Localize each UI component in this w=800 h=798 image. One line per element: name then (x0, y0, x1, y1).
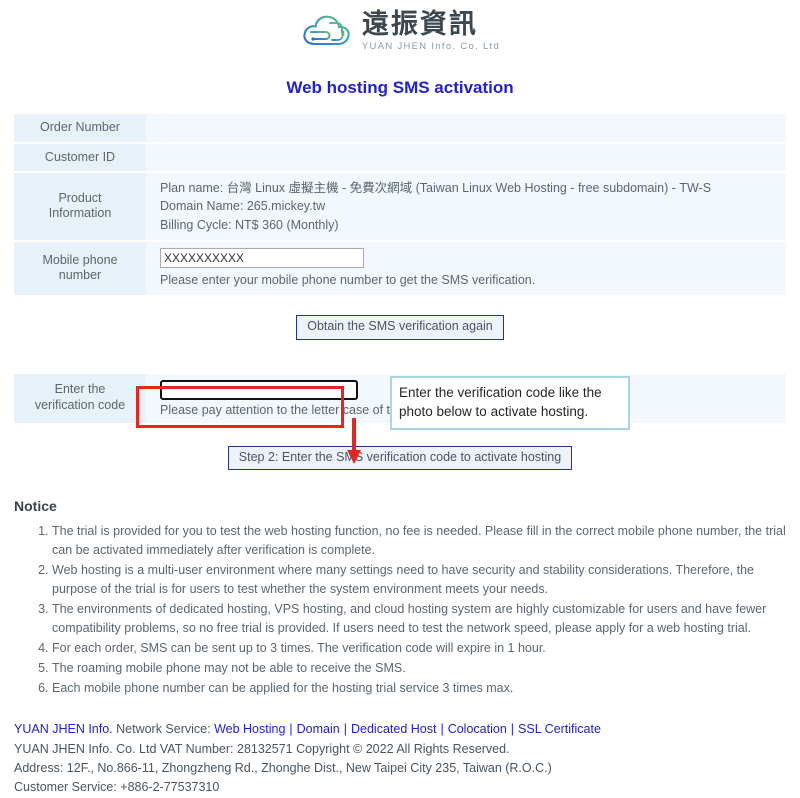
value-customer-id (146, 143, 786, 172)
step2-button-row: Step 2: Enter the SMS verification code … (0, 445, 800, 471)
footer-separator: | (510, 722, 515, 737)
notice-list: The trial is provided for you to test th… (0, 522, 800, 698)
page-title: Web hosting SMS activation (286, 78, 514, 97)
footer-customer-service-line: Customer Service: +886-2-77537310 (14, 780, 220, 795)
order-info-table: Order Number Customer ID Product Informa… (14, 112, 786, 297)
footer-link-ssl-certificate[interactable]: SSL Certificate (518, 722, 601, 736)
value-product-information: Plan name: 台灣 Linux 虛擬主機 - 免費次網域 (Taiwan… (146, 173, 786, 240)
footer-network-service-label: Network Service: (112, 722, 215, 737)
label-product-line1: Product (58, 190, 102, 205)
mobile-phone-input[interactable] (160, 247, 364, 268)
label-verification-line1: Enter the (54, 382, 106, 397)
table-row-customer-id: Customer ID (14, 143, 786, 172)
label-product-line2: Information (48, 206, 112, 221)
value-mobile-phone-number: Please enter your mobile phone number to… (146, 241, 786, 295)
label-verification-code: Enter the verification code (14, 373, 146, 423)
footer-link-web-hosting[interactable]: Web Hosting (214, 722, 285, 736)
footer-brand: YUAN JHEN Info. (14, 722, 113, 737)
footer-link-colocation[interactable]: Colocation (448, 722, 507, 736)
list-item: The trial is provided for you to test th… (52, 522, 800, 560)
verification-section: Enter the verification code Please pay a… (0, 373, 800, 464)
label-mobile-line1: Mobile phone (42, 252, 118, 267)
verification-callout: Enter the verification code like the pho… (390, 375, 630, 430)
footer-links-line: YUAN JHEN Info. Network Service: Web Hos… (14, 720, 800, 739)
label-mobile-line2: number (58, 268, 102, 283)
notice-heading: Notice (14, 498, 57, 515)
obtain-sms-button-row: Obtain the SMS verification again (0, 314, 800, 340)
footer-separator: | (343, 722, 347, 737)
callout-line2: photo below to activate hosting. (399, 404, 589, 420)
product-plan-name: Plan name: 台灣 Linux 虛擬主機 - 免費次網域 (Taiwan… (160, 181, 712, 196)
list-item: The roaming mobile phone may not be able… (52, 659, 800, 678)
label-product-information: Product Information (14, 173, 146, 240)
site-header: 遠振資訊 YUAN JHEN Info. Co. Ltd (0, 0, 800, 62)
list-item: Web hosting is a multi-user environment … (52, 561, 800, 599)
footer-separator: | (440, 722, 444, 737)
footer-company-line: YUAN JHEN Info. Co. Ltd VAT Number: 2813… (14, 741, 510, 756)
label-order-number: Order Number (14, 114, 146, 142)
logo-text-english: YUAN JHEN Info. Co. Ltd (361, 40, 501, 52)
list-item: The environments of dedicated hosting, V… (52, 600, 800, 638)
list-item: Each mobile phone number can be applied … (52, 679, 800, 698)
footer-address-line: Address: 12F., No.866-11, Zhongzheng Rd.… (14, 761, 552, 775)
mobile-phone-hint: Please enter your mobile phone number to… (160, 272, 536, 287)
list-item: For each order, SMS can be sent up to 3 … (52, 639, 800, 658)
callout-line1: Enter the verification code like the (399, 384, 602, 400)
site-logo[interactable]: 遠振資訊 YUAN JHEN Info. Co. Ltd (300, 11, 500, 52)
verification-code-input[interactable] (160, 379, 358, 400)
product-billing-cycle: Billing Cycle: NT$ 360 (Monthly) (160, 217, 339, 232)
label-verification-line2: verification code (34, 398, 126, 412)
table-row-mobile-phone-number: Mobile phone number Please enter your mo… (14, 241, 786, 295)
product-domain-name: Domain Name: 265.mickey.tw (160, 199, 326, 214)
value-order-number (146, 114, 786, 142)
cloud-circuit-icon (300, 11, 352, 51)
footer-link-domain[interactable]: Domain (297, 722, 340, 736)
step2-activate-button[interactable]: Step 2: Enter the SMS verification code … (227, 445, 573, 471)
label-mobile-phone-number: Mobile phone number (14, 241, 146, 295)
footer-separator: | (289, 722, 293, 737)
table-row-order-number: Order Number (14, 114, 786, 142)
footer-link-dedicated-host[interactable]: Dedicated Host (351, 722, 436, 736)
obtain-sms-button[interactable]: Obtain the SMS verification again (296, 314, 504, 340)
table-row-product-information: Product Information Plan name: 台灣 Linux … (14, 173, 786, 240)
label-customer-id: Customer ID (14, 143, 146, 172)
footer: YUAN JHEN Info. Network Service: Web Hos… (14, 720, 800, 798)
logo-text-chinese: 遠振資訊 (361, 8, 478, 40)
